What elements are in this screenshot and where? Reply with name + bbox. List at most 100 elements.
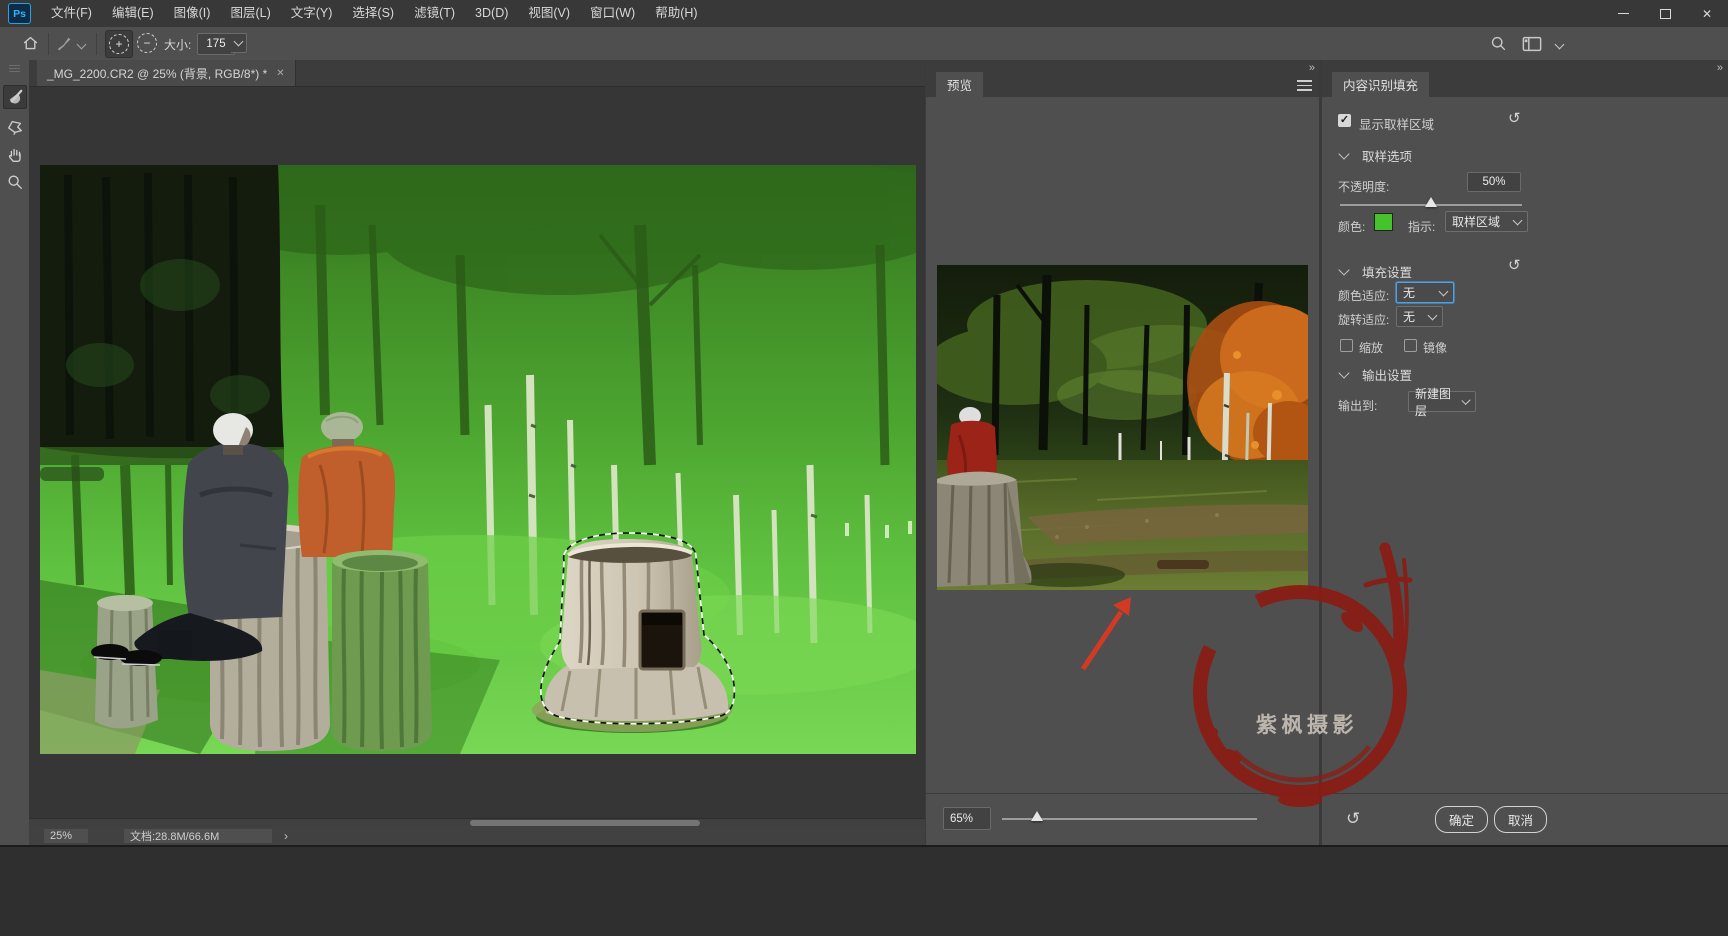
minus-circle-icon: − [137,33,157,53]
plus-circle-icon: + [109,34,129,54]
sampling-brush-tool[interactable] [3,85,27,109]
output-to-label: 输出到: [1338,397,1377,414]
preview-zoom-input[interactable] [943,807,991,830]
toolbar [0,60,30,845]
reset-sampling-icon[interactable]: ↺ [1508,111,1521,126]
menu-bar: Ps 文件(F) 编辑(E) 图像(I) 图层(L) 文字(Y) 选择(S) 滤… [0,0,1728,28]
document-tab-bar: _MG_2200.CR2 @ 25% (背景, RGB/8*) * ✕ [29,60,925,87]
caf-tab-bar: » 内容识别填充 [1322,60,1728,97]
magnifier-icon [6,173,24,191]
menu-help[interactable]: 帮助(H) [645,0,707,27]
mirror-label: 镜像 [1423,339,1447,356]
menu-select[interactable]: 选择(S) [342,0,404,27]
chevron-down-icon [234,37,244,47]
tab-content-aware-fill[interactable]: 内容识别填充 [1332,72,1429,97]
hand-icon [6,146,24,164]
output-section-chevron-icon[interactable] [1338,367,1349,378]
subtract-from-sampling-button[interactable]: − [134,30,160,56]
scale-checkbox[interactable] [1340,339,1353,352]
search-icon[interactable] [1490,35,1507,52]
scale-label: 缩放 [1359,339,1383,356]
reset-all-icon[interactable]: ↺ [1346,810,1360,827]
status-expand-icon[interactable]: › [284,829,288,843]
brush-size-input[interactable] [197,33,235,55]
status-bar: 25% 文档:28.8M/66.6M › [29,827,925,845]
menu-edit[interactable]: 编辑(E) [102,0,164,27]
minimize-button[interactable] [1602,0,1644,27]
show-sampling-area-checkbox[interactable]: ✓ [1338,114,1351,127]
brush-size-label: 大小: [164,36,191,53]
output-settings-section[interactable]: 输出设置 [1362,365,1412,384]
lasso-tool[interactable] [3,115,27,139]
collapse-panel-icon[interactable]: » [1717,62,1722,74]
indicates-label: 指示: [1408,218,1435,235]
sampling-options-section[interactable]: 取样选项 [1362,146,1412,165]
scrollbar-thumb[interactable] [470,820,700,826]
reset-fill-icon[interactable]: ↺ [1508,258,1521,273]
fill-settings-section[interactable]: 填充设置 [1362,262,1412,281]
ok-button[interactable]: 确定 [1435,806,1488,833]
rotation-adaptation-label: 旋转适应: [1338,311,1389,328]
opacity-slider-thumb[interactable] [1425,197,1437,207]
menu-type[interactable]: 文字(Y) [281,0,343,27]
overlay-color-label: 颜色: [1338,218,1365,235]
window-controls: ✕ [1602,0,1728,27]
document-tab[interactable]: _MG_2200.CR2 @ 25% (背景, RGB/8*) * ✕ [37,60,296,86]
lasso-icon [6,118,24,136]
close-icon: ✕ [1702,7,1712,21]
zoom-tool[interactable] [3,170,27,194]
sampling-section-chevron-icon[interactable] [1338,148,1349,159]
color-adaptation-label: 颜色适应: [1338,287,1389,304]
status-zoom-field[interactable]: 25% [44,829,88,843]
status-doc-info-text: 文档:28.8M/66.6M [130,828,219,844]
output-to-value: 新建图层 [1415,385,1457,419]
show-sampling-area-label: 显示取样区域 [1359,114,1434,133]
menu-window[interactable]: 窗口(W) [580,0,645,27]
preview-bottom-bar [926,793,1320,846]
tab-close-icon[interactable]: ✕ [276,68,284,79]
output-to-dropdown[interactable]: 新建图层 [1408,391,1476,412]
menu-image[interactable]: 图像(I) [164,0,221,27]
content-aware-fill-panel: » 内容识别填充 ✓ 显示取样区域 ↺ 取样选项 不透明度: 50% 颜色: 指… [1322,60,1728,845]
fill-section-chevron-icon[interactable] [1338,264,1349,275]
menu-3d[interactable]: 3D(D) [465,0,518,27]
brush-tool-preset-icon[interactable] [55,34,73,52]
status-zoom-value: 25% [50,830,72,842]
preview-tab-bar: » 预览 [926,60,1320,97]
opacity-value-field[interactable]: 50% [1467,172,1521,192]
add-to-sampling-button[interactable]: + [105,30,133,58]
tab-preview[interactable]: 预览 [936,72,983,97]
toolbar-grip[interactable] [9,64,20,72]
window-bottom-edge [0,845,1728,936]
indicates-dropdown[interactable]: 取样区域 [1445,211,1528,232]
minimize-icon [1618,13,1629,14]
brush-preset-chevron-icon[interactable] [77,40,87,50]
document-canvas-image[interactable] [40,165,916,754]
rotation-adaptation-value: 无 [1403,308,1415,325]
preview-image[interactable] [937,265,1308,590]
menu-layer[interactable]: 图层(L) [220,0,280,27]
menu-filter[interactable]: 滤镜(T) [404,0,465,27]
rotation-adaptation-dropdown[interactable]: 无 [1396,306,1443,327]
home-icon[interactable] [22,35,39,52]
close-button[interactable]: ✕ [1686,0,1728,27]
preview-zoom-slider-thumb[interactable] [1031,811,1043,821]
menu-view[interactable]: 视图(V) [518,0,580,27]
cancel-button[interactable]: 取消 [1494,806,1547,833]
chevron-down-icon [1461,396,1470,405]
color-adaptation-dropdown[interactable]: 无 [1396,282,1454,303]
chevron-down-icon [1439,287,1449,297]
overlay-color-swatch[interactable] [1374,213,1393,231]
workspace-chevron-icon[interactable] [1555,40,1565,50]
panel-menu-icon[interactable] [1297,80,1312,91]
menu-file[interactable]: 文件(F) [41,0,102,27]
brush-size-dropdown-button[interactable] [231,33,247,53]
chevron-down-icon [1513,216,1523,226]
mirror-checkbox[interactable] [1404,339,1417,352]
maximize-button[interactable] [1644,0,1686,27]
chevron-down-icon [1428,311,1438,321]
hand-tool[interactable] [3,143,27,167]
opacity-label: 不透明度: [1338,178,1389,195]
collapse-panel-icon[interactable]: » [1309,62,1314,74]
workspace-layout-icon[interactable] [1522,36,1542,52]
